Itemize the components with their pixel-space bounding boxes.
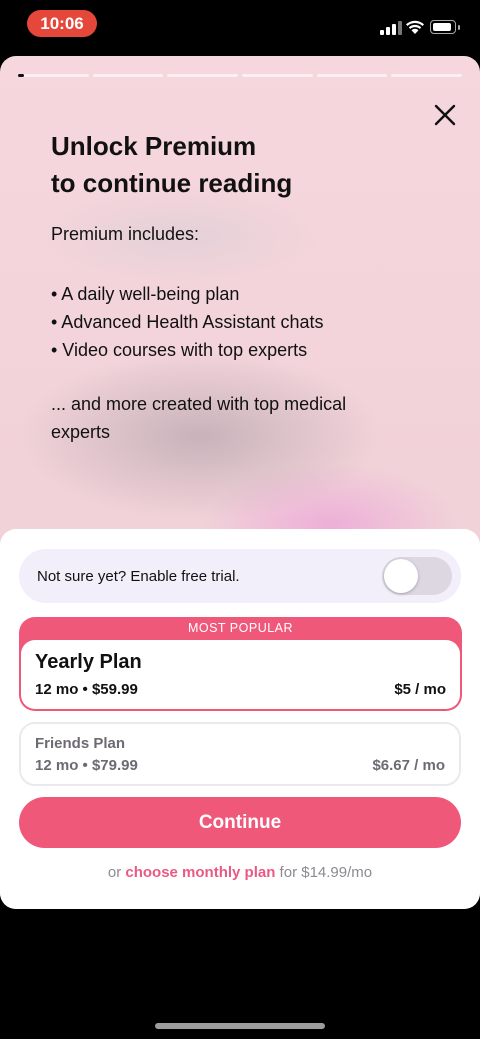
purchase-card: Not sure yet? Enable free trial. MOST PO…: [0, 529, 480, 909]
story-progress-bar: [18, 74, 463, 77]
more-text: ... and more created with top medical ex…: [51, 394, 347, 442]
choose-monthly-plan-link[interactable]: choose monthly plan: [125, 864, 275, 881]
wifi-icon: [406, 20, 424, 34]
free-trial-label: Not sure yet? Enable free trial.: [37, 567, 240, 585]
progress-segment: [391, 74, 463, 77]
status-bar: 10:06: [0, 0, 480, 50]
home-indicator[interactable]: [155, 1023, 325, 1029]
plan-name: Friends Plan: [35, 735, 126, 752]
progress-segment: [316, 74, 388, 77]
page-title: Unlock Premium to continue reading: [51, 128, 431, 202]
toggle-knob: [384, 559, 418, 593]
paywall-sheet: Unlock Premium to continue reading Premi…: [0, 56, 480, 909]
free-trial-row[interactable]: Not sure yet? Enable free trial.: [19, 549, 461, 603]
progress-segment: [167, 74, 239, 77]
feature-list: • A daily well-being plan • Advanced Hea…: [51, 280, 323, 364]
progress-segment: [92, 74, 164, 77]
free-trial-toggle[interactable]: [382, 557, 452, 595]
status-time: 10:06: [27, 10, 97, 37]
feature-item: • A daily well-being plan: [51, 284, 240, 304]
monthly-plan-row: or choose monthly plan for $14.99/mo: [0, 864, 480, 881]
close-icon[interactable]: [430, 100, 460, 130]
plan-monthly-price: $6.67 / mo: [372, 757, 445, 774]
plan-monthly-price: $5 / mo: [394, 681, 446, 698]
monthly-prefix: or: [107, 864, 126, 881]
continue-button[interactable]: Continue: [19, 797, 461, 848]
progress-segment: [18, 74, 89, 77]
most-popular-badge: MOST POPULAR: [187, 621, 294, 635]
plan-option-friends[interactable]: Friends Plan 12 mo • $79.99 $6.67 / mo: [19, 722, 461, 786]
monthly-suffix: for $14.99/mo: [275, 864, 373, 881]
plan-card-body: Yearly Plan 12 mo • $59.99 $5 / mo: [21, 640, 460, 709]
title-line-2: to continue reading: [51, 168, 293, 198]
title-line-1: Unlock Premium: [51, 131, 257, 161]
plan-term: 12 mo • $79.99: [35, 757, 138, 774]
progress-segment: [242, 74, 313, 77]
plan-term: 12 mo • $59.99: [35, 681, 138, 698]
feature-item: • Video courses with top experts: [51, 340, 308, 360]
cellular-signal-icon: [380, 21, 402, 35]
feature-item: • Advanced Health Assistant chats: [51, 312, 324, 332]
plan-option-yearly[interactable]: MOST POPULAR Yearly Plan 12 mo • $59.99 …: [19, 617, 462, 711]
battery-icon: [430, 20, 460, 34]
plan-name: Yearly Plan: [35, 651, 142, 673]
includes-heading: Premium includes:: [51, 224, 200, 244]
